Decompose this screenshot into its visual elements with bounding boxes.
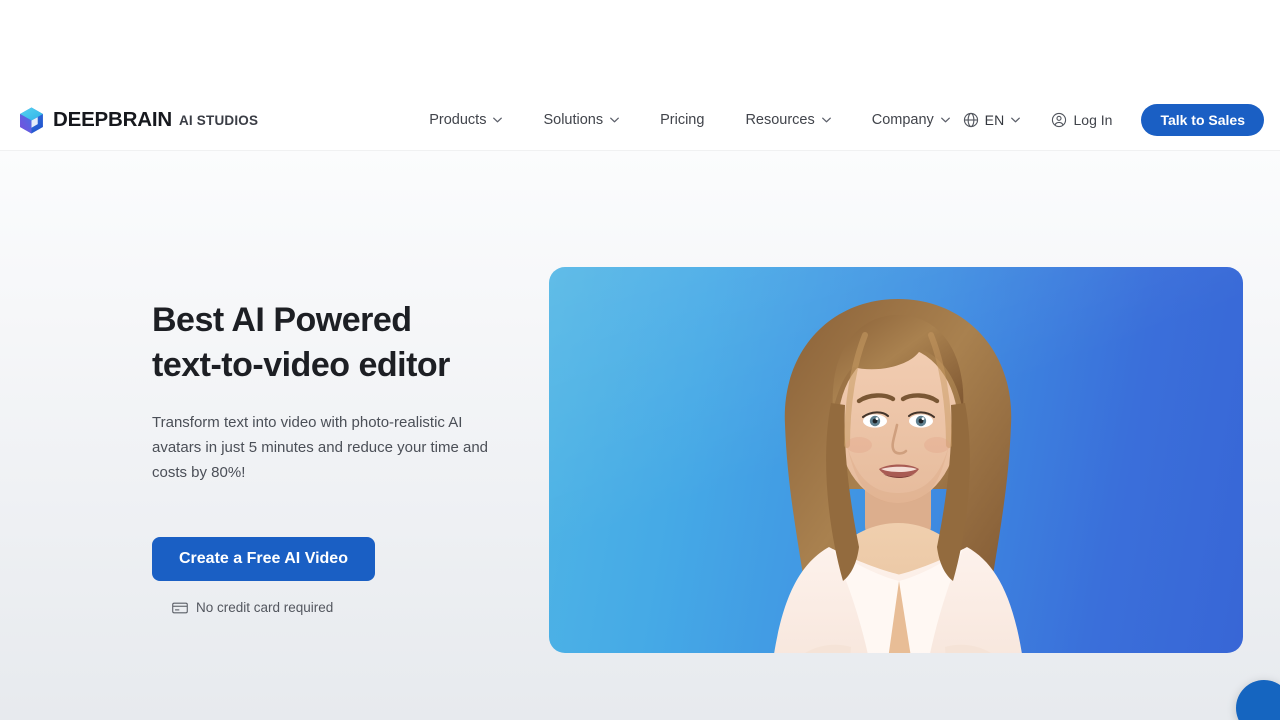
- credit-card-icon: [172, 602, 188, 613]
- nav-label: Company: [871, 112, 934, 128]
- site-header: DEEPBRAIN AI STUDIOS Products Solutions …: [0, 90, 1280, 150]
- brand-logo-link[interactable]: DEEPBRAIN AI STUDIOS: [19, 107, 258, 134]
- nav-label: Pricing: [660, 112, 705, 128]
- language-selector[interactable]: EN: [963, 112, 1020, 128]
- user-circle-icon: [1051, 112, 1066, 128]
- nav-item-products[interactable]: Products: [429, 106, 503, 134]
- login-label: Log In: [1073, 112, 1113, 128]
- create-free-ai-video-button[interactable]: Create a Free AI Video: [152, 537, 375, 581]
- ai-avatar-presenter: [549, 267, 1243, 653]
- nav-item-company[interactable]: Company: [872, 106, 950, 134]
- talk-to-sales-button[interactable]: Talk to Sales: [1141, 104, 1264, 136]
- nav-label: Solutions: [543, 112, 604, 128]
- headline-line-2: text-to-video editor: [152, 346, 450, 384]
- chevron-down-icon: [1010, 117, 1020, 123]
- browser-top-area: [0, 0, 1280, 90]
- brand-subtitle: AI STUDIOS: [178, 112, 259, 128]
- chevron-down-icon: [493, 117, 503, 123]
- hero-section: Best AI Powered text-to-video editor Tra…: [0, 150, 1280, 720]
- nav-item-pricing[interactable]: Pricing: [660, 106, 704, 134]
- avatar-illustration: [774, 299, 1022, 653]
- chevron-down-icon: [821, 117, 831, 123]
- no-credit-card-label: No credit card required: [196, 600, 334, 615]
- chat-support-button[interactable]: [1236, 680, 1280, 720]
- cube-hexagon-icon: [20, 107, 43, 133]
- brand-name: DEEPBRAIN: [53, 108, 172, 131]
- globe-icon: [963, 112, 978, 128]
- login-link[interactable]: Log In: [1051, 112, 1113, 128]
- nav-label: Products: [429, 112, 487, 128]
- nav-label: Resources: [745, 112, 815, 128]
- language-label: EN: [984, 112, 1005, 128]
- hero-subcopy: Transform text into video with photo-rea…: [152, 414, 489, 481]
- headline-line-1: Best AI Powered: [152, 301, 412, 339]
- hero-copy: Best AI Powered text-to-video editor Tra…: [152, 298, 512, 615]
- page-root: DEEPBRAIN AI STUDIOS Products Solutions …: [0, 0, 1280, 720]
- nav-item-solutions[interactable]: Solutions: [543, 106, 619, 134]
- main-navigation: Products Solutions Pricing Resources Com…: [429, 106, 950, 134]
- hero-video-card[interactable]: [549, 267, 1243, 653]
- no-credit-card-note: No credit card required: [172, 600, 512, 615]
- nav-item-resources[interactable]: Resources: [745, 106, 831, 134]
- header-actions: EN Log In Talk to Sales: [963, 104, 1264, 136]
- chevron-down-icon: [610, 117, 619, 123]
- chevron-down-icon: [940, 117, 950, 123]
- hero-headline: Best AI Powered text-to-video editor: [152, 298, 512, 388]
